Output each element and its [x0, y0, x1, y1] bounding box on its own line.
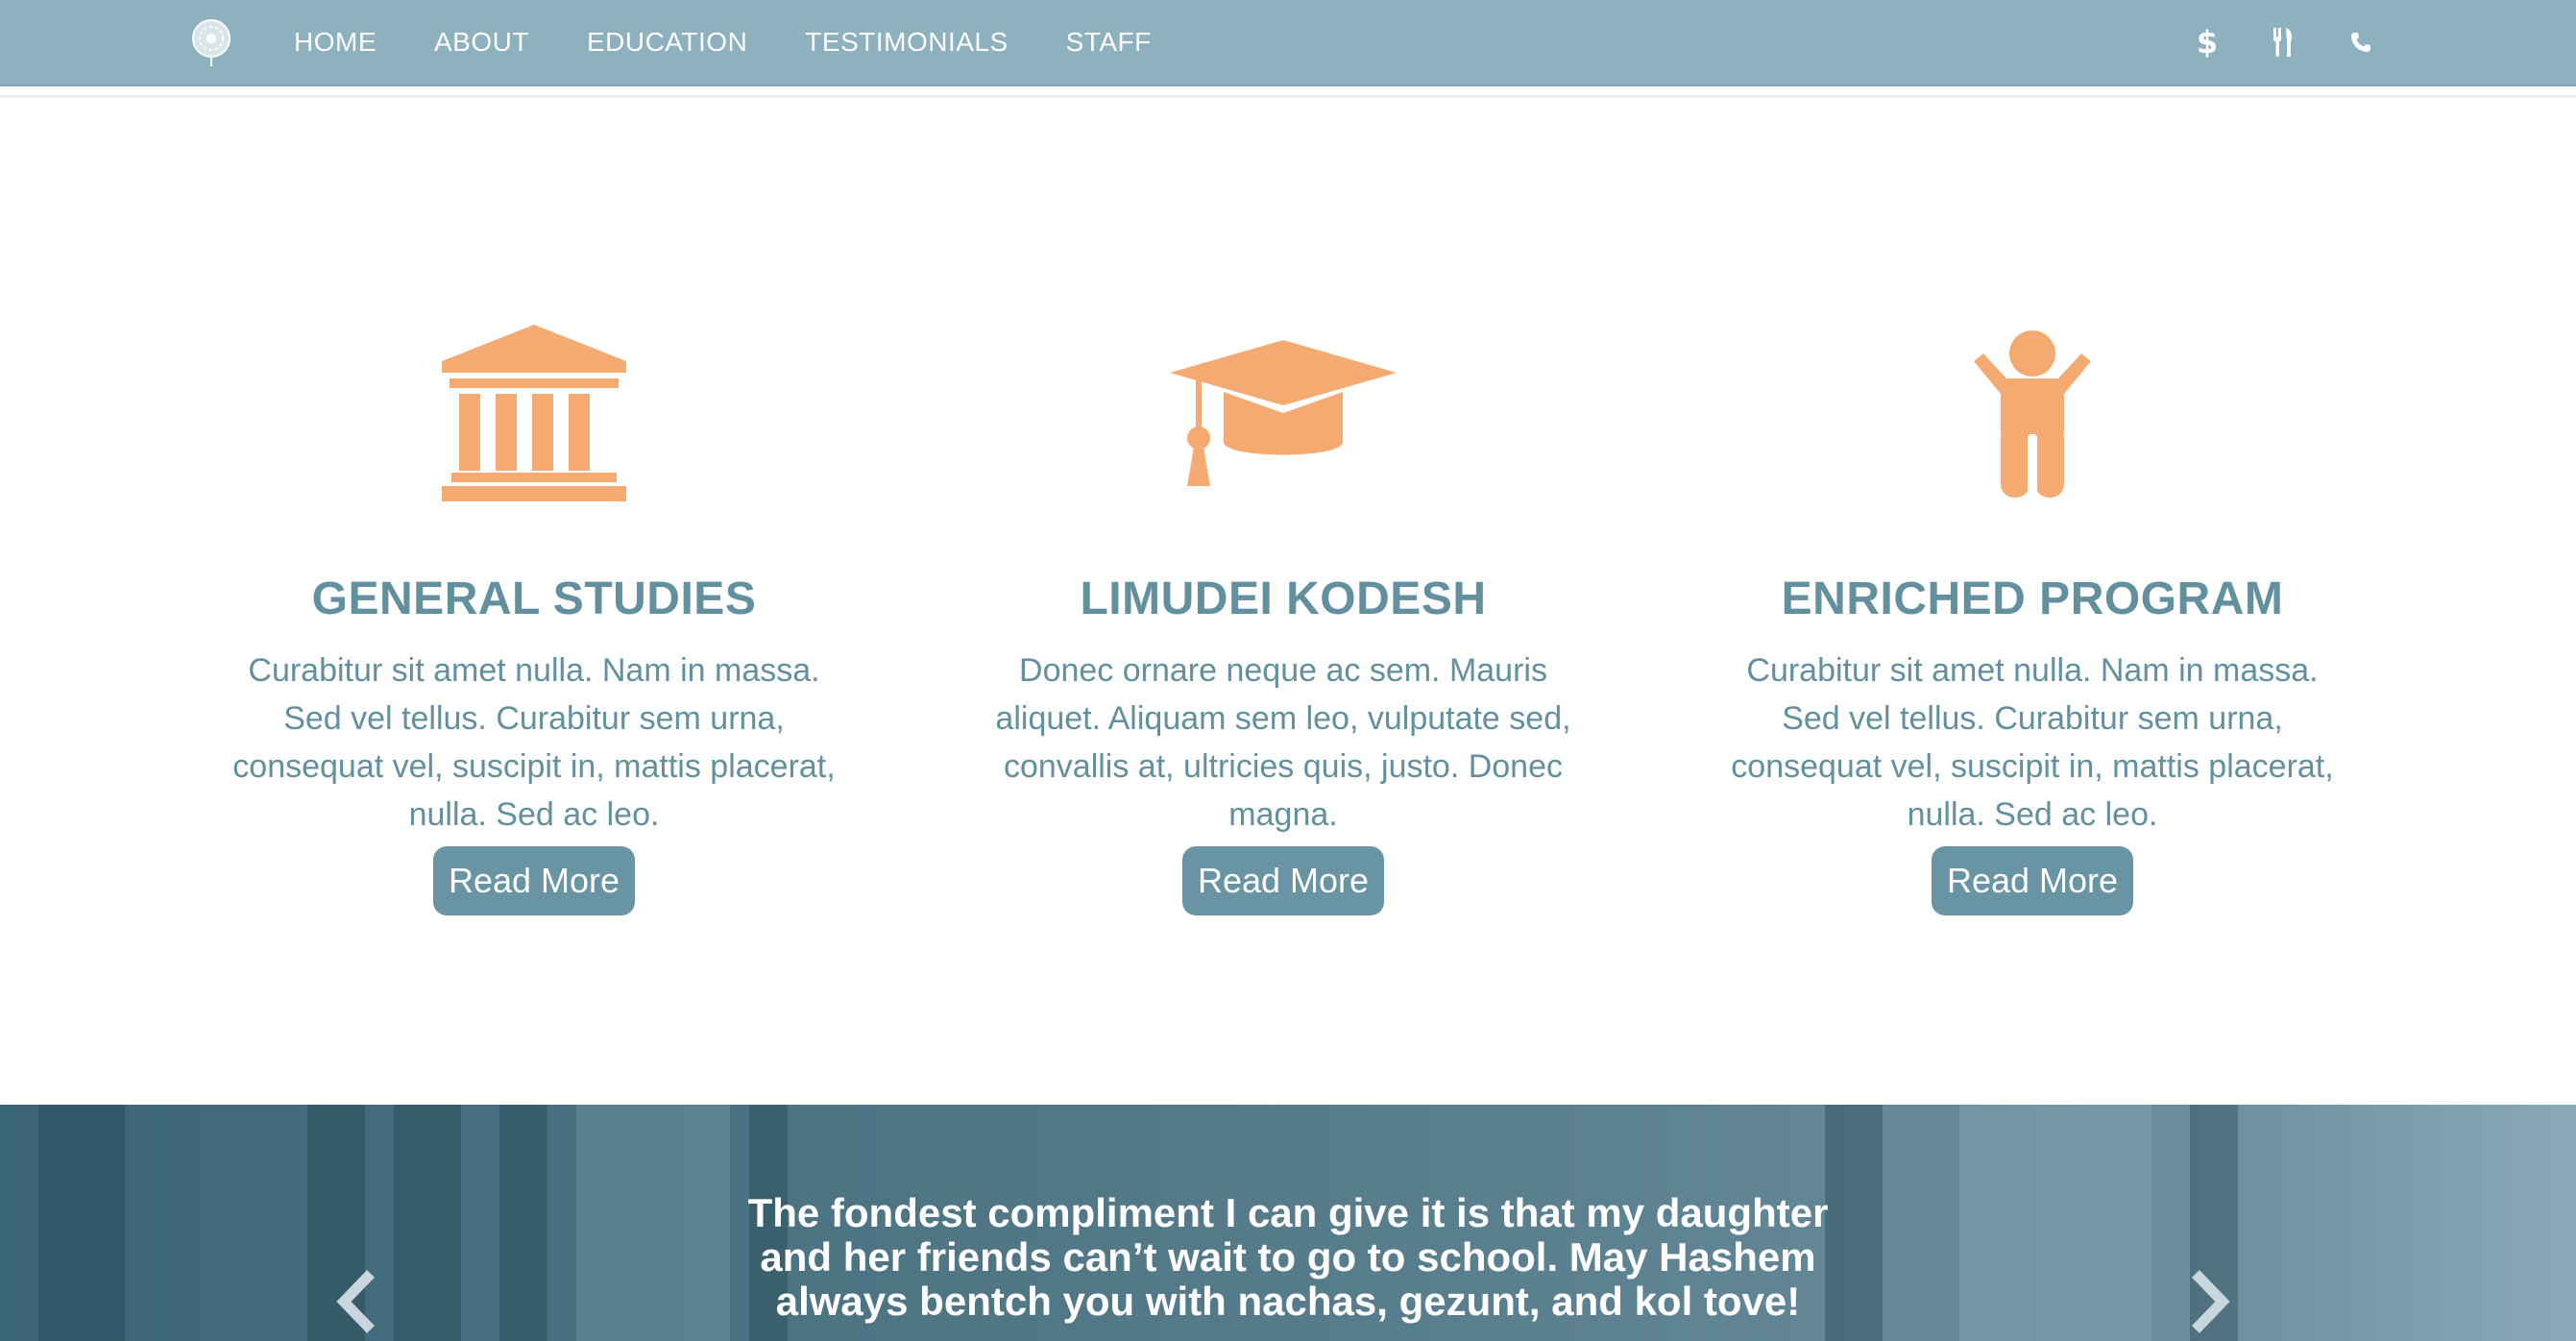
nav-divider [0, 95, 2576, 98]
read-more-button[interactable]: Read More [1931, 846, 2134, 915]
feature-text: Donec ornare neque ac sem. Mauris alique… [995, 652, 1571, 833]
bank-icon [442, 325, 626, 501]
phone-icon[interactable] [2342, 23, 2380, 61]
quote-line: The fondest compliment I can give it is … [747, 1190, 1829, 1235]
feature-text: Curabitur sit amet nulla. Nam in massa. … [232, 652, 836, 833]
testimonial-carousel: The fondest compliment I can give it is … [0, 1105, 2576, 1341]
feature-text: Curabitur sit amet nulla. Nam in massa. … [1731, 652, 2334, 833]
nav-home[interactable]: HOME [294, 27, 377, 58]
dollar-glyph: $ [2196, 24, 2219, 61]
nav-links: HOME ABOUT EDUCATION TESTIMONIALS STAFF [294, 0, 1209, 85]
nav-icons: $ [2150, 0, 2380, 85]
utensils-icon[interactable] [2265, 23, 2303, 61]
feature-title: GENERAL STUDIES [311, 573, 757, 624]
read-more-button[interactable]: Read More [1181, 846, 1385, 915]
feature-enriched-program: ENRICHED PROGRAM Curabitur sit amet null… [1706, 317, 2359, 915]
carousel-prev-arrow-icon[interactable] [328, 1268, 386, 1335]
feature-general-studies: GENERAL STUDIES Curabitur sit amet nulla… [207, 317, 861, 915]
nav-testimonials[interactable]: TESTIMONIALS [805, 27, 1008, 58]
nav-staff[interactable]: STAFF [1066, 27, 1152, 58]
navbar: HOME ABOUT EDUCATION TESTIMONIALS STAFF … [0, 0, 2576, 86]
nav-about[interactable]: ABOUT [434, 27, 529, 58]
read-more-button[interactable]: Read More [432, 846, 636, 915]
feature-title: ENRICHED PROGRAM [1781, 573, 2284, 624]
feature-limudei-kodesh: LIMUDEI KODESH Donec ornare neque ac sem… [957, 317, 1610, 915]
child-icon [1974, 330, 2091, 498]
nav-education[interactable]: EDUCATION [587, 27, 747, 58]
feature-title: LIMUDEI KODESH [1080, 573, 1487, 624]
logo-icon[interactable] [189, 18, 233, 68]
carousel-next-arrow-icon[interactable] [2180, 1268, 2238, 1335]
graduation-cap-icon [1170, 340, 1397, 486]
dollar-icon[interactable]: $ [2188, 23, 2226, 61]
features-section: GENERAL STUDIES Curabitur sit amet nulla… [0, 317, 2576, 932]
